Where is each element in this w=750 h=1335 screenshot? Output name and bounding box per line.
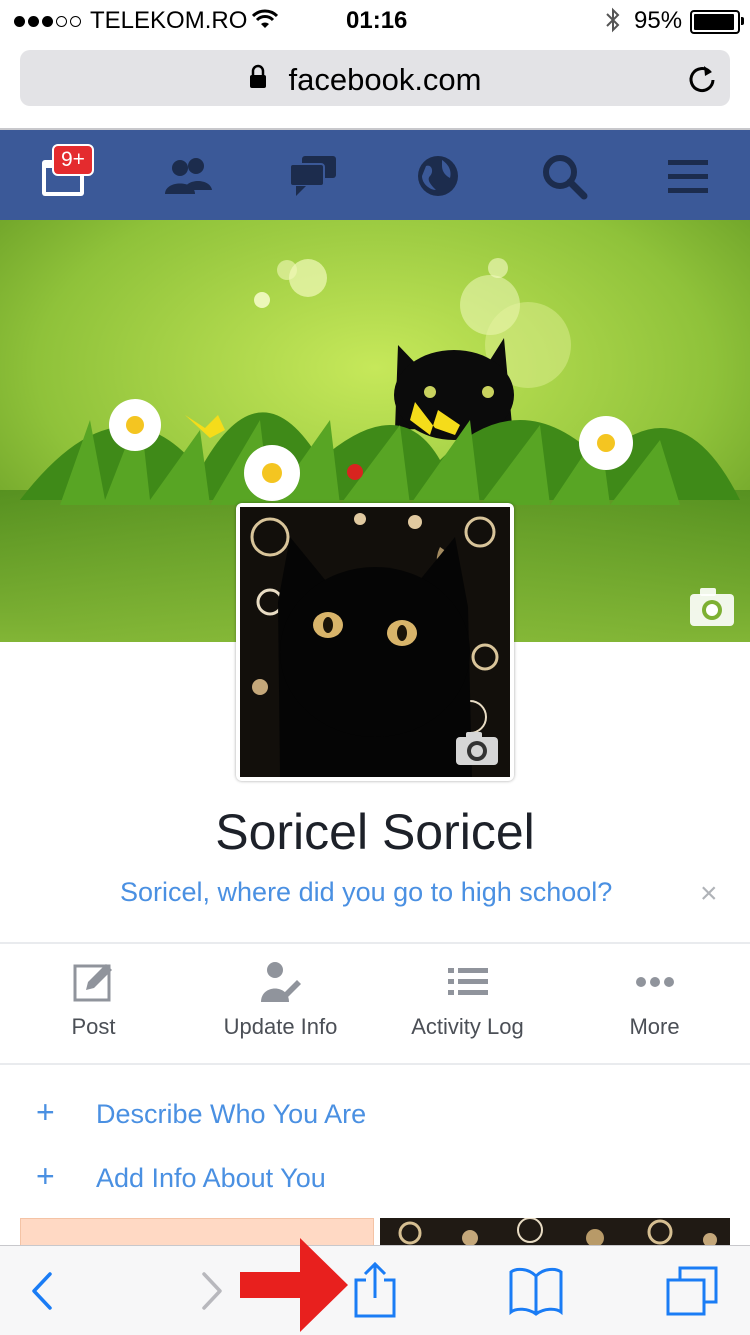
update-info-label: Update Info	[223, 1014, 338, 1039]
add-info-about-you-link[interactable]: + Add Info About You	[36, 1158, 326, 1195]
update-info-button[interactable]: Update Info	[187, 960, 374, 1040]
profile-camera-icon[interactable]	[454, 729, 500, 767]
describe-label: Describe Who You Are	[96, 1099, 367, 1129]
divider	[0, 942, 750, 944]
profile-name: Soricel Soricel	[215, 804, 535, 860]
activity-log-button[interactable]: Activity Log	[374, 960, 561, 1040]
share-icon[interactable]	[350, 1260, 400, 1320]
more-icon	[635, 977, 674, 987]
facebook-nav-bar	[0, 130, 750, 220]
safari-address-area: facebook.com	[0, 40, 750, 130]
reload-icon[interactable]	[686, 62, 718, 94]
list-icon	[447, 968, 488, 995]
status-bar: TELEKOM.RO 01:16 95%	[0, 0, 750, 40]
url-text: facebook.com	[288, 62, 482, 97]
edit-icon	[73, 964, 112, 1002]
search-icon[interactable]	[538, 150, 590, 202]
bookmarks-icon[interactable]	[508, 1266, 564, 1316]
activity-log-label: Activity Log	[411, 1014, 524, 1039]
high-school-prompt[interactable]: Soricel, where did you go to high school…	[120, 877, 612, 908]
prompt-close-icon[interactable]: ×	[700, 877, 718, 911]
wifi-icon	[252, 9, 278, 28]
post-button[interactable]: Post	[0, 960, 187, 1040]
more-button[interactable]: More	[561, 960, 748, 1040]
profile-picture[interactable]	[236, 503, 514, 781]
add-info-label: Add Info About You	[96, 1163, 326, 1193]
messages-icon[interactable]	[288, 150, 340, 202]
battery-icon	[690, 10, 744, 34]
address-bar[interactable]: facebook.com	[20, 50, 730, 106]
daisy-left	[109, 399, 161, 451]
back-icon[interactable]	[28, 1270, 58, 1312]
friends-icon[interactable]	[162, 150, 214, 202]
post-label: Post	[71, 1014, 116, 1039]
more-label: More	[629, 1014, 680, 1039]
menu-icon[interactable]	[662, 150, 714, 202]
red-arrow-annotation	[240, 1238, 348, 1332]
notification-badge[interactable]: 9+	[52, 144, 94, 176]
safari-toolbar	[0, 1238, 750, 1335]
plus-icon: +	[36, 1094, 55, 1130]
clock: 01:16	[346, 7, 408, 34]
forward-icon[interactable]	[196, 1270, 226, 1312]
signal-dots	[14, 7, 84, 35]
carrier-label: TELEKOM.RO	[90, 7, 248, 34]
battery-percent: 95%	[634, 7, 683, 34]
describe-who-you-are-link[interactable]: + Describe Who You Are	[36, 1094, 366, 1131]
person-edit-icon	[260, 962, 301, 1002]
plus-icon: +	[36, 1158, 55, 1194]
bluetooth-icon	[606, 7, 620, 33]
divider	[0, 1063, 750, 1065]
tabs-icon[interactable]	[664, 1264, 720, 1318]
globe-icon[interactable]	[412, 150, 464, 202]
